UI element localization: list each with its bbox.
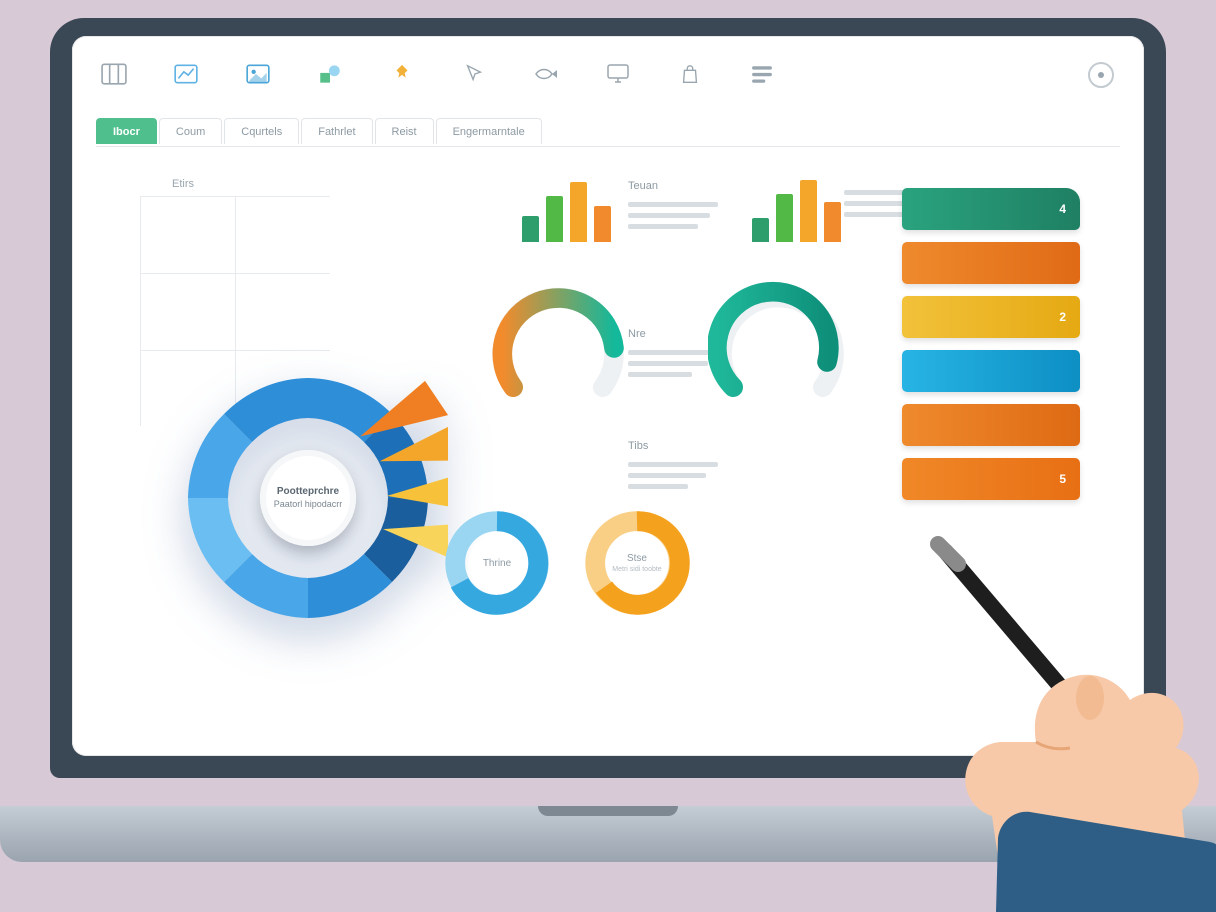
swatch-2[interactable]: [902, 242, 1080, 284]
image-icon[interactable]: [244, 62, 272, 86]
status-indicator[interactable]: [1088, 62, 1114, 88]
radial-wheel-chart: Pootteprchre Paatorl hipodacrr: [168, 358, 448, 638]
wheel-center: Pootteprchre Paatorl hipodacrr: [260, 450, 356, 546]
tab-1[interactable]: Coum: [159, 118, 222, 144]
bar: [594, 206, 611, 242]
pin-icon[interactable]: [388, 62, 416, 86]
tab-divider: [96, 146, 1120, 147]
mini-bar-chart-2: [752, 178, 841, 242]
bar: [776, 194, 793, 242]
gauge-1: [488, 278, 628, 418]
grid-label: Etirs: [172, 178, 194, 190]
text-block-3: Nre: [628, 328, 718, 377]
tab-3[interactable]: Fathrlet: [301, 118, 372, 144]
wheel-subtitle: Paatorl hipodacrr: [274, 499, 343, 510]
cursor-icon[interactable]: [460, 62, 488, 86]
toolbar: [100, 62, 776, 86]
swatch-label: 2: [1059, 310, 1066, 324]
bar: [752, 218, 769, 242]
swatch-5[interactable]: [902, 404, 1080, 446]
app-screen: Ibocr Coum Cqurtels Fathrlet Reist Enger…: [72, 36, 1144, 756]
wheel-title: Pootteprchre: [277, 486, 339, 499]
laptop-base: [0, 806, 1216, 862]
ring-sublabel: Metri sidi toobte: [612, 566, 661, 573]
text-block-4: Tibs: [628, 440, 718, 489]
laptop-frame: Ibocr Coum Cqurtels Fathrlet Reist Enger…: [50, 18, 1166, 778]
ring-label: Thrine: [483, 558, 511, 569]
text-block-title: Tibs: [628, 440, 718, 452]
tab-bar: Ibocr Coum Cqurtels Fathrlet Reist Enger…: [96, 118, 542, 144]
color-swatch-list: 4 2 5: [902, 188, 1080, 500]
swatch-3[interactable]: 2: [902, 296, 1080, 338]
tab-2[interactable]: Cqurtels: [224, 118, 299, 144]
gauge-2: [708, 278, 848, 418]
ring-2: Stse Metri sidi toobte: [582, 508, 692, 618]
tab-4[interactable]: Reist: [375, 118, 434, 144]
bar: [800, 180, 817, 242]
swatch-6[interactable]: 5: [902, 458, 1080, 500]
chart-icon[interactable]: [172, 62, 200, 86]
bar: [824, 202, 841, 242]
text-block-1: Teuan: [628, 180, 718, 229]
swatch-label: 5: [1059, 472, 1066, 486]
swatch-4[interactable]: [902, 350, 1080, 392]
mini-bar-chart-1: [522, 178, 611, 242]
bag-icon[interactable]: [676, 62, 704, 86]
ring-label: Stse: [627, 553, 647, 564]
columns-icon[interactable]: [100, 62, 128, 86]
dashboard-canvas: Etirs: [72, 148, 1144, 756]
bar: [546, 196, 563, 242]
tab-0[interactable]: Ibocr: [96, 118, 157, 144]
ring-1: Thrine: [442, 508, 552, 618]
fish-icon[interactable]: [532, 62, 560, 86]
text-block-title: Teuan: [628, 180, 718, 192]
text-block-title: Nre: [628, 328, 718, 340]
ring-pair: Thrine Stse Metri sidi toobte: [442, 508, 692, 618]
bar: [570, 182, 587, 242]
swatch-1[interactable]: 4: [902, 188, 1080, 230]
list-icon[interactable]: [748, 62, 776, 86]
tab-5[interactable]: Engermarntale: [436, 118, 542, 144]
shapes-icon[interactable]: [316, 62, 344, 86]
monitor-icon[interactable]: [604, 62, 632, 86]
swatch-label: 4: [1059, 202, 1066, 216]
bar: [522, 216, 539, 242]
